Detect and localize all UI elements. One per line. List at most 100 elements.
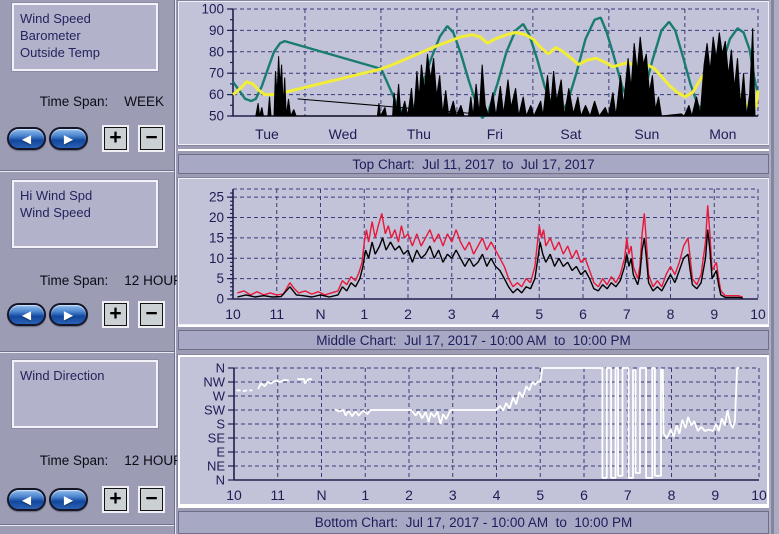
svg-text:3: 3 — [448, 306, 456, 322]
zoom-out-button[interactable]: − — [140, 127, 163, 150]
svg-text:15: 15 — [209, 230, 224, 245]
caption-text: Top Chart: Jul 11, 2017 to Jul 17, 2017 — [352, 157, 594, 172]
svg-text:11: 11 — [269, 306, 284, 322]
svg-text:S: S — [216, 417, 225, 432]
svg-text:Wed: Wed — [329, 126, 358, 142]
svg-text:10: 10 — [225, 306, 241, 322]
bottom-chart-legend-box: Wind Direction — [12, 360, 158, 428]
top-chart-caption: Top Chart: Jul 11, 2017 to Jul 17, 2017 — [178, 154, 769, 174]
zoom-in-button[interactable]: + — [104, 127, 127, 150]
legend-item: Hi Wind Spd — [20, 187, 156, 204]
svg-text:6: 6 — [580, 487, 588, 503]
svg-text:NE: NE — [207, 459, 225, 474]
bottom-chart[interactable]: NNWWSWSSEENEN1011N12345678910 — [180, 357, 767, 504]
middle-chart-panel: 05101520251011N12345678910 — [178, 178, 769, 325]
svg-text:NW: NW — [203, 375, 225, 390]
svg-text:25: 25 — [209, 190, 224, 205]
middle-chart-legend-box: Hi Wind Spd Wind Speed — [12, 180, 158, 248]
caption-text: Middle Chart: Jul 17, 2017 - 10:00 AM to… — [316, 333, 630, 348]
weather-chart-window: Wind Speed Barometer Outside Temp Time S… — [0, 0, 779, 534]
left-arrow-icon: ◀ — [22, 309, 31, 321]
svg-text:10: 10 — [226, 487, 242, 503]
svg-text:5: 5 — [535, 306, 543, 322]
svg-text:3: 3 — [449, 487, 457, 503]
bottom-chart-controls: Wind Direction Time Span:12 HOURS ◀ ▶ + … — [0, 353, 174, 524]
time-span-label: Time Span: — [40, 453, 109, 468]
scroll-forward-button[interactable]: ▶ — [49, 127, 88, 150]
svg-text:Thu: Thu — [407, 126, 431, 142]
divider — [0, 351, 174, 352]
svg-text:10: 10 — [750, 306, 766, 322]
right-arrow-icon: ▶ — [64, 309, 73, 321]
right-arrow-icon: ▶ — [64, 494, 73, 506]
svg-text:N: N — [315, 306, 325, 322]
svg-text:5: 5 — [536, 487, 544, 503]
window-edge-line — [771, 0, 774, 534]
svg-text:7: 7 — [624, 487, 632, 503]
svg-text:70: 70 — [209, 66, 224, 81]
svg-text:Tue: Tue — [255, 126, 279, 142]
svg-text:10: 10 — [751, 487, 767, 503]
legend-item: Wind Direction — [20, 367, 156, 384]
caption-text: Bottom Chart: Jul 17, 2017 - 10:00 AM to… — [315, 515, 632, 530]
svg-text:4: 4 — [492, 306, 500, 322]
middle-chart-controls: Hi Wind Spd Wind Speed Time Span:12 HOUR… — [0, 172, 174, 350]
bottom-chart-caption: Bottom Chart: Jul 17, 2017 - 10:00 AM to… — [178, 511, 769, 534]
middle-chart-caption: Middle Chart: Jul 17, 2017 - 10:00 AM to… — [178, 330, 769, 350]
svg-text:Fri: Fri — [487, 126, 503, 142]
time-span-label: Time Span: — [40, 273, 109, 288]
divider — [0, 524, 174, 525]
svg-text:10: 10 — [209, 251, 224, 266]
svg-text:8: 8 — [668, 487, 676, 503]
minus-icon: − — [145, 488, 157, 509]
zoom-in-button[interactable]: + — [104, 303, 127, 326]
svg-text:9: 9 — [710, 306, 718, 322]
svg-text:90: 90 — [209, 23, 224, 38]
svg-text:11: 11 — [270, 487, 285, 503]
zoom-out-button[interactable]: − — [140, 303, 163, 326]
svg-text:50: 50 — [209, 109, 224, 124]
svg-text:2: 2 — [405, 487, 413, 503]
plus-icon: + — [109, 303, 121, 324]
svg-text:N: N — [316, 487, 326, 503]
svg-text:N: N — [216, 473, 225, 488]
svg-text:1: 1 — [360, 306, 368, 322]
svg-text:8: 8 — [667, 306, 675, 322]
svg-text:6: 6 — [579, 306, 587, 322]
svg-text:W: W — [213, 389, 226, 404]
minus-icon: − — [145, 127, 157, 148]
sidebar: Wind Speed Barometer Outside Temp Time S… — [0, 0, 175, 534]
top-chart-controls: Wind Speed Barometer Outside Temp Time S… — [0, 0, 174, 170]
svg-text:2: 2 — [404, 306, 412, 322]
time-span-value: WEEK — [124, 94, 164, 109]
time-span-row: Time Span: WEEK — [10, 79, 164, 124]
svg-text:1: 1 — [361, 487, 369, 503]
scroll-forward-button[interactable]: ▶ — [49, 488, 88, 511]
svg-text:N: N — [216, 361, 225, 376]
time-span-label: Time Span: — [40, 94, 109, 109]
svg-text:4: 4 — [493, 487, 501, 503]
svg-text:SE: SE — [208, 431, 226, 446]
svg-text:20: 20 — [209, 210, 224, 225]
svg-text:Sat: Sat — [560, 126, 581, 142]
svg-text:9: 9 — [711, 487, 719, 503]
left-arrow-icon: ◀ — [22, 494, 31, 506]
zoom-out-button[interactable]: − — [140, 488, 163, 511]
plus-icon: + — [109, 488, 121, 509]
legend-item: Outside Temp — [20, 44, 156, 61]
time-span-row: Time Span:12 HOURS — [10, 258, 192, 303]
top-chart[interactable]: 5060708090100TueWedThuFriSatSunMon — [179, 2, 768, 144]
scroll-back-button[interactable]: ◀ — [7, 303, 46, 326]
scroll-back-button[interactable]: ◀ — [7, 488, 46, 511]
top-chart-legend-box: Wind Speed Barometer Outside Temp — [12, 3, 158, 71]
svg-text:80: 80 — [209, 44, 224, 59]
svg-text:7: 7 — [623, 306, 631, 322]
legend-item: Wind Speed — [20, 10, 156, 27]
legend-item: Wind Speed — [20, 204, 156, 221]
middle-chart[interactable]: 05101520251011N12345678910 — [179, 179, 768, 324]
scroll-back-button[interactable]: ◀ — [7, 127, 46, 150]
minus-icon: − — [145, 303, 157, 324]
zoom-in-button[interactable]: + — [104, 488, 127, 511]
scroll-forward-button[interactable]: ▶ — [49, 303, 88, 326]
svg-text:Mon: Mon — [709, 126, 736, 142]
